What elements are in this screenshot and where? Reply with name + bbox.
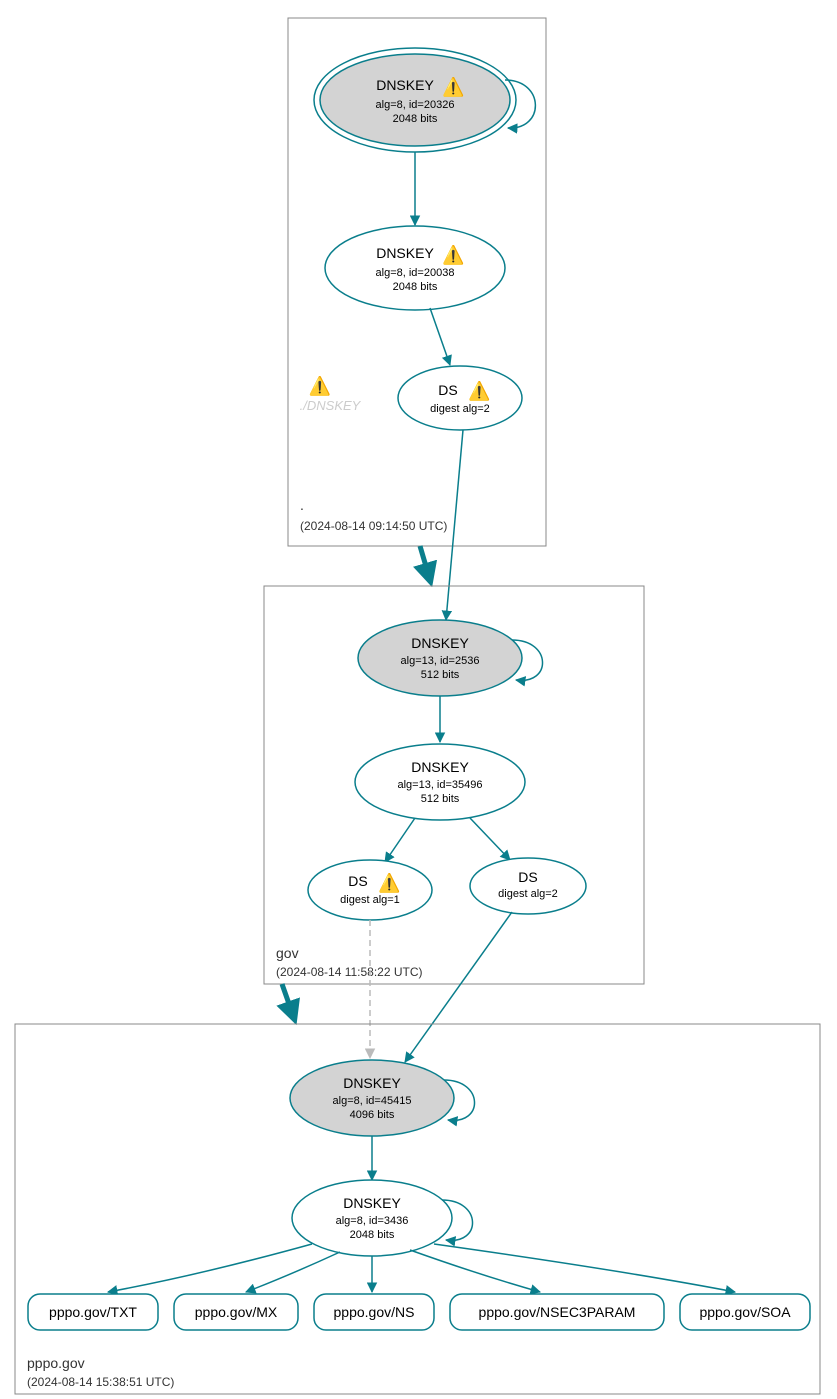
root-ksk-line2: 2048 bits — [393, 113, 438, 125]
root-ds-node: DS ⚠️ digest alg=2 — [398, 366, 522, 430]
gov-ds1-node: DS ⚠️ digest alg=1 — [308, 860, 432, 920]
pppo-zsk-line1: alg=8, id=3436 — [336, 1215, 409, 1227]
edge-root-ds-gov-ksk — [446, 430, 463, 620]
gov-zsk-line2: 512 bits — [421, 793, 460, 805]
warning-icon: ⚠️ — [442, 244, 464, 265]
root-ds-title: DS — [438, 382, 457, 398]
edge-root-zsk-ds — [430, 308, 450, 365]
gov-ds2-node: DS digest alg=2 — [470, 858, 586, 914]
edge-gov-to-pppo-zone — [282, 984, 294, 1018]
edge-gov-zsk-ds1 — [385, 818, 415, 862]
pppo-ksk-line1: alg=8, id=45415 — [333, 1095, 412, 1107]
leaf-txt-label: pppo.gov/TXT — [49, 1304, 137, 1320]
pppo-ksk-title: DNSKEY — [343, 1075, 401, 1091]
edge-gov-ds2-pppo-ksk — [405, 912, 512, 1062]
gov-ksk-title: DNSKEY — [411, 635, 469, 651]
root-ghost-label: ./DNSKEY — [300, 398, 362, 413]
leaf-mx: pppo.gov/MX — [174, 1294, 298, 1330]
warning-icon: ⚠️ — [378, 872, 400, 893]
gov-ds2-line1: digest alg=2 — [498, 888, 558, 900]
pppo-zsk-title: DNSKEY — [343, 1195, 401, 1211]
leaf-txt: pppo.gov/TXT — [28, 1294, 158, 1330]
root-ds-line1: digest alg=2 — [430, 403, 490, 415]
zone-pppo-timestamp: (2024-08-14 15:38:51 UTC) — [27, 1375, 174, 1389]
root-zsk-title: DNSKEY — [376, 245, 434, 261]
root-zsk-line1: alg=8, id=20038 — [376, 267, 455, 279]
leaf-mx-label: pppo.gov/MX — [195, 1304, 278, 1320]
edge-root-to-gov-zone — [420, 546, 430, 580]
dnssec-graph: . (2024-08-14 09:14:50 UTC) DNSKEY ⚠️ al… — [0, 0, 837, 1399]
leaf-ns-label: pppo.gov/NS — [334, 1304, 415, 1320]
edge-gov-zsk-ds2 — [470, 818, 510, 860]
gov-zsk-title: DNSKEY — [411, 759, 469, 775]
leaf-nsec3: pppo.gov/NSEC3PARAM — [450, 1294, 664, 1330]
zone-gov-label: gov — [276, 945, 299, 961]
gov-ksk-node: DNSKEY alg=13, id=2536 512 bits — [358, 620, 522, 696]
edge-zsk-soa — [434, 1244, 735, 1292]
zone-pppo-label: pppo.gov — [27, 1355, 85, 1371]
warning-icon: ⚠️ — [468, 380, 490, 401]
root-ghost-dnskey: ⚠️ ./DNSKEY — [300, 375, 362, 413]
zone-root-label: . — [300, 497, 304, 513]
gov-zsk-line1: alg=13, id=35496 — [397, 779, 482, 791]
edge-zsk-txt — [108, 1244, 312, 1292]
zone-root-timestamp: (2024-08-14 09:14:50 UTC) — [300, 519, 447, 533]
leaf-nsec3-label: pppo.gov/NSEC3PARAM — [479, 1304, 636, 1320]
root-ksk-title: DNSKEY — [376, 77, 434, 93]
leaf-soa: pppo.gov/SOA — [680, 1294, 810, 1330]
gov-ds1-line1: digest alg=1 — [340, 894, 400, 906]
gov-ksk-line2: 512 bits — [421, 669, 460, 681]
root-zsk-node: DNSKEY ⚠️ alg=8, id=20038 2048 bits — [325, 226, 505, 310]
gov-ds2-title: DS — [518, 869, 537, 885]
root-zsk-line2: 2048 bits — [393, 281, 438, 293]
pppo-ksk-node: DNSKEY alg=8, id=45415 4096 bits — [290, 1060, 454, 1136]
leaf-ns: pppo.gov/NS — [314, 1294, 434, 1330]
zone-gov-timestamp: (2024-08-14 11:58:22 UTC) — [276, 965, 423, 979]
pppo-ksk-line2: 4096 bits — [350, 1109, 395, 1121]
leaf-soa-label: pppo.gov/SOA — [699, 1304, 791, 1320]
root-ksk-node: DNSKEY ⚠️ alg=8, id=20326 2048 bits — [314, 48, 516, 152]
gov-ksk-line1: alg=13, id=2536 — [401, 655, 480, 667]
warning-icon: ⚠️ — [442, 76, 464, 97]
gov-ds1-title: DS — [348, 873, 367, 889]
root-ksk-line1: alg=8, id=20326 — [376, 99, 455, 111]
warning-icon: ⚠️ — [309, 375, 331, 396]
gov-zsk-node: DNSKEY alg=13, id=35496 512 bits — [355, 744, 525, 820]
pppo-zsk-node: DNSKEY alg=8, id=3436 2048 bits — [292, 1180, 452, 1256]
pppo-zsk-line2: 2048 bits — [350, 1229, 395, 1241]
